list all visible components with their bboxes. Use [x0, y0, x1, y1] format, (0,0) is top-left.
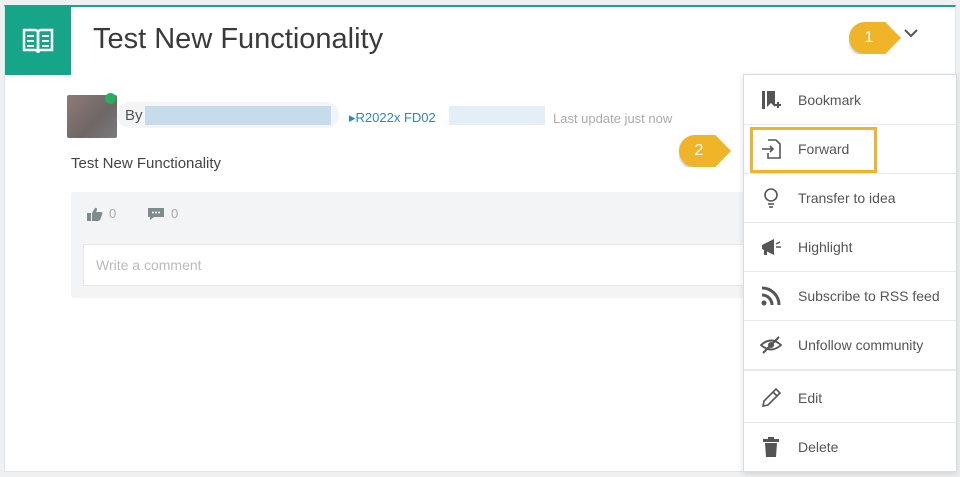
menu-item-label: Subscribe to RSS feed — [798, 287, 940, 304]
menu-item-delete[interactable]: Delete — [744, 422, 956, 471]
menu-item-highlight[interactable]: Highlight — [744, 222, 956, 272]
like-button[interactable]: 0 — [87, 206, 116, 221]
menu-item-label: Transfer to idea — [798, 189, 896, 206]
post-meta: By ▸R2022x FD02 Last update just now — [67, 92, 687, 138]
menu-item-forward[interactable]: Forward — [744, 124, 956, 174]
online-check-icon — [105, 93, 116, 104]
rss-icon — [744, 285, 798, 307]
bookmark-icon — [744, 89, 798, 111]
likes-count: 0 — [109, 206, 117, 221]
eye-slash-icon — [744, 334, 798, 356]
menu-item-label: Forward — [798, 140, 850, 157]
menu-item-bookmark[interactable]: Bookmark — [744, 75, 956, 125]
forward-icon — [744, 138, 798, 160]
page-title: Test New Functionality — [93, 23, 384, 55]
post-body-title: Test New Functionality — [71, 155, 222, 172]
social-bar: 0 0 Write a comment — [71, 192, 761, 298]
menu-item-unfollow-community[interactable]: Unfollow community — [744, 320, 956, 370]
thumbs-up-icon — [87, 207, 103, 221]
menu-item-label: Bookmark — [798, 91, 862, 108]
community-link[interactable]: ▸R2022x FD02 — [349, 110, 436, 126]
trash-icon — [744, 436, 798, 458]
by-label: By — [125, 107, 143, 124]
book-icon — [5, 7, 71, 75]
last-update-text: Last update just now — [553, 111, 673, 126]
menu-item-label: Delete — [798, 438, 839, 455]
post-actions-menu: Bookmark Forward Transfer to idea Highli… — [743, 74, 957, 472]
pencil-icon — [744, 387, 798, 409]
community-name-redacted — [449, 106, 545, 125]
comment-icon — [148, 207, 164, 220]
menu-item-edit[interactable]: Edit — [744, 373, 956, 423]
menu-item-transfer-to-idea[interactable]: Transfer to idea — [744, 173, 956, 223]
lightbulb-icon — [744, 187, 798, 209]
menu-item-subscribe-rss[interactable]: Subscribe to RSS feed — [744, 271, 956, 321]
menu-item-label: Edit — [798, 389, 823, 406]
chevron-down-icon[interactable] — [902, 26, 920, 40]
avatar[interactable] — [67, 93, 117, 138]
comments-count: 0 — [171, 206, 179, 221]
author-name-redacted — [145, 106, 331, 125]
megaphone-icon — [744, 236, 798, 258]
comment-input[interactable]: Write a comment — [83, 244, 759, 286]
post-header: Test New Functionality — [5, 7, 955, 75]
menu-item-label: Unfollow community — [798, 336, 924, 353]
menu-item-label: Highlight — [798, 238, 853, 255]
comments-button[interactable]: 0 — [147, 206, 178, 221]
menu-divider — [744, 369, 956, 371]
